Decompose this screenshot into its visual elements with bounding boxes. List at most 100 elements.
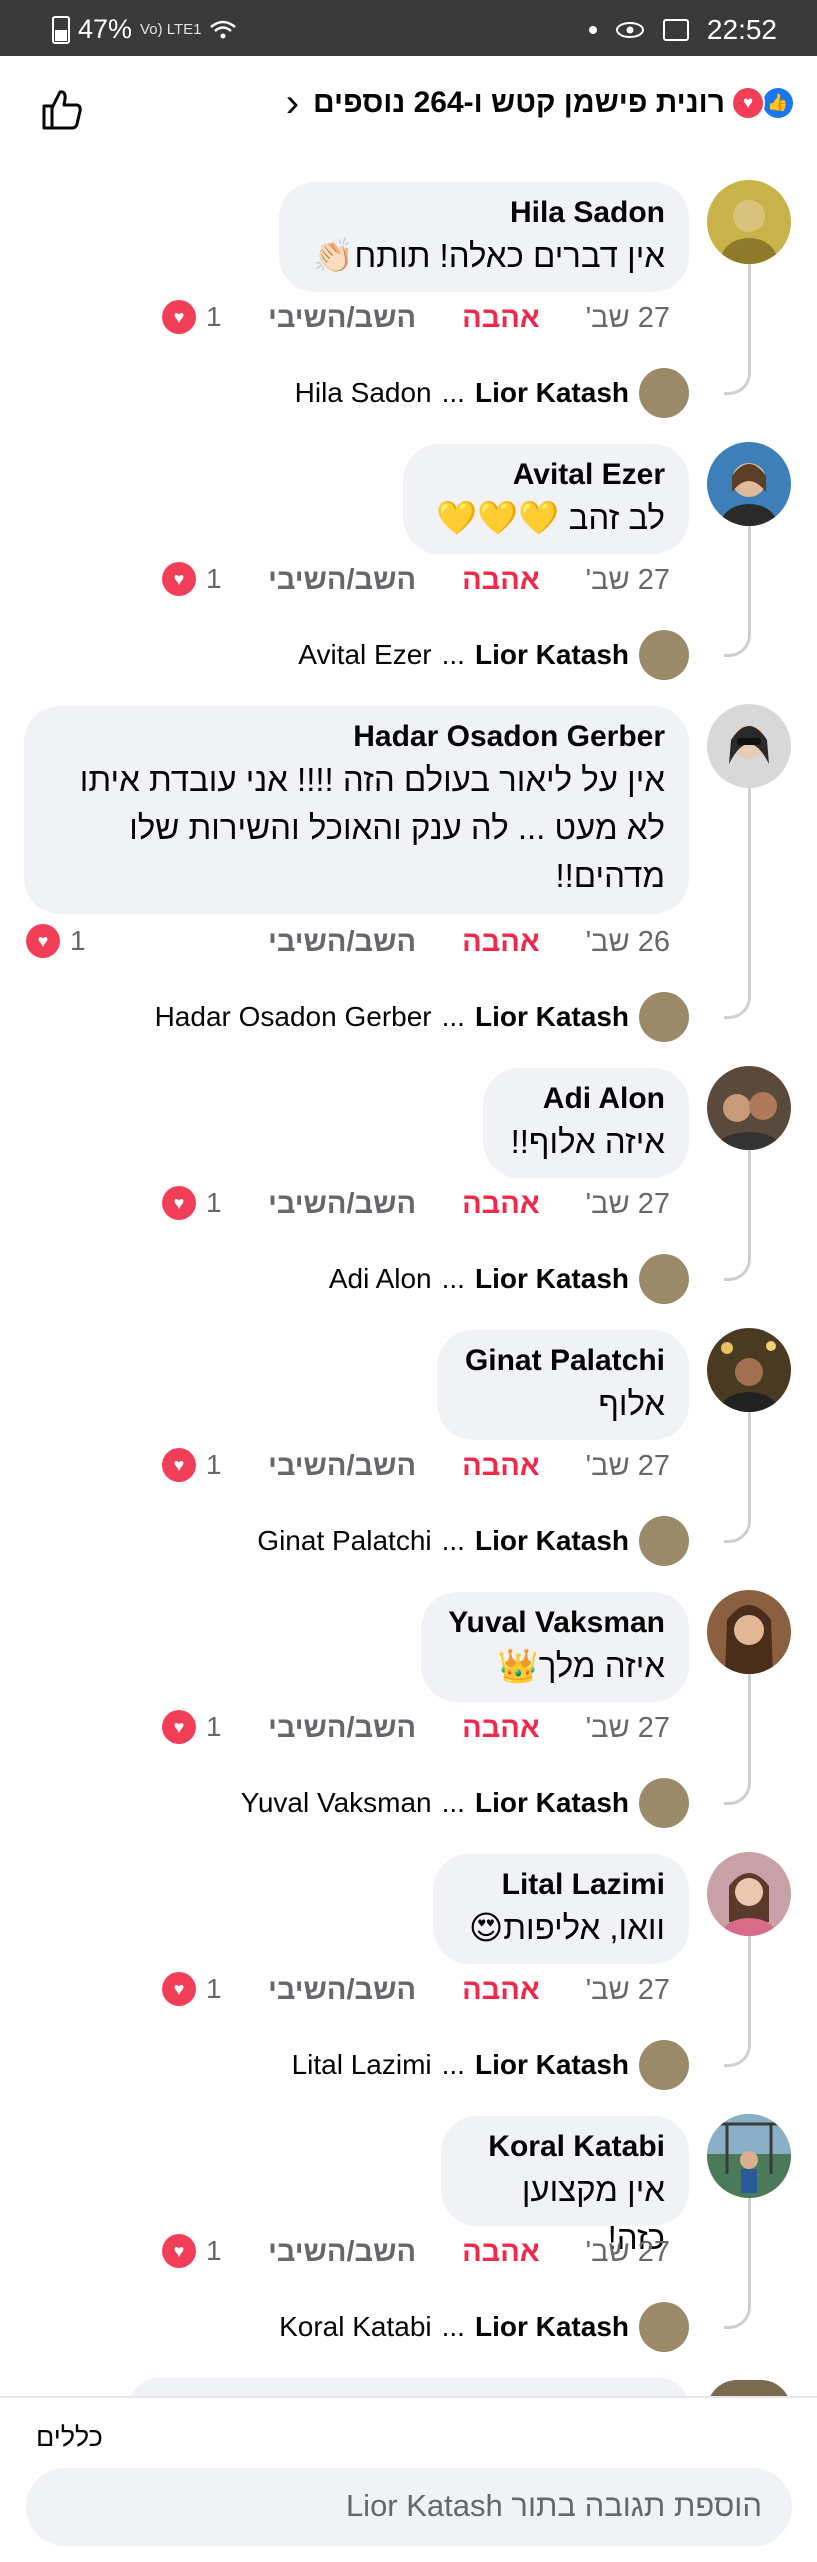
avatar[interactable] bbox=[707, 1590, 791, 1674]
comment-text: לב זהב 💛💛💛 bbox=[436, 499, 665, 536]
reaction-count[interactable]: ♥ 1 bbox=[26, 924, 86, 958]
comment-bubble[interactable]: Adi Alon איזה אלוף!! bbox=[483, 1068, 689, 1178]
thread-connector bbox=[724, 2286, 751, 2329]
reply-action[interactable]: השב/השיבי bbox=[268, 926, 416, 959]
comment-author[interactable]: Koral Katabi bbox=[465, 2128, 665, 2166]
comment-bubble[interactable]: Hadar Osadon Gerber אין על ליאור בעולם ה… bbox=[24, 706, 689, 914]
reply-action[interactable]: השב/השיבי bbox=[268, 564, 416, 597]
rules-link[interactable]: כללים bbox=[36, 2422, 103, 2453]
love-action[interactable]: אהבה bbox=[462, 2236, 540, 2269]
thread-line bbox=[748, 786, 751, 996]
heart-icon: ♥ bbox=[162, 300, 196, 334]
comment-bubble[interactable]: Avital Ezer לב זהב 💛💛💛 bbox=[403, 444, 689, 554]
reply-preview[interactable]: Ginat Palatchi ... Lior Katash bbox=[257, 1516, 689, 1566]
reply-action[interactable]: השב/השיבי bbox=[268, 302, 416, 335]
love-action[interactable]: אהבה bbox=[462, 926, 540, 959]
love-action[interactable]: אהבה bbox=[462, 1974, 540, 2007]
reply-action[interactable]: השב/השיבי bbox=[268, 1188, 416, 1221]
replier-avatar bbox=[639, 1778, 689, 1828]
replier-avatar bbox=[639, 1516, 689, 1566]
comment-bubble[interactable]: Hila Sadon אין דברים כאלה! תותח👏🏻 bbox=[279, 182, 689, 292]
comment-author[interactable]: Hadar Osadon Gerber bbox=[48, 718, 665, 756]
thread-connector bbox=[724, 2024, 751, 2067]
comment-bubble[interactable]: Ginat Palatchi אלוף bbox=[437, 1330, 689, 1440]
comment-text: אין על ליאור בעולם הזה !!!! אני עובדת אי… bbox=[79, 761, 665, 894]
reply-action[interactable]: השב/השיבי bbox=[268, 1712, 416, 1745]
reply-preview[interactable]: Hila Sadon ... Lior Katash bbox=[295, 368, 689, 418]
avatar[interactable] bbox=[707, 1066, 791, 1150]
comment-date[interactable]: 27 שב' bbox=[586, 564, 670, 597]
like-reaction-icon: 👍 bbox=[763, 88, 793, 118]
reply-preview[interactable]: Lital Lazimi ... Lior Katash bbox=[292, 2040, 689, 2090]
avatar[interactable] bbox=[707, 1328, 791, 1412]
reaction-count[interactable]: ♥ 1 bbox=[162, 1448, 222, 1482]
reply-action[interactable]: השב/השיבי bbox=[268, 1974, 416, 2007]
comment-date[interactable]: 27 שב' bbox=[586, 1450, 670, 1483]
comment-actions: 27 שב' אהבה השב/השיבי bbox=[268, 1450, 670, 1483]
love-action[interactable]: אהבה bbox=[462, 1712, 540, 1745]
reply-action[interactable]: השב/השיבי bbox=[268, 2236, 416, 2269]
replier-name: Lior Katash bbox=[474, 1001, 629, 1032]
avatar[interactable] bbox=[707, 704, 791, 788]
wifi-icon bbox=[210, 20, 237, 38]
comment-bubble[interactable]: Koral Katabi אין מקצוען כזה! bbox=[441, 2116, 689, 2256]
comment-author[interactable]: Ginat Palatchi bbox=[461, 1342, 665, 1380]
comment-date[interactable]: 27 שב' bbox=[586, 302, 670, 335]
reaction-count[interactable]: ♥ 1 bbox=[162, 300, 222, 334]
comment-text: וואו, אליפות😍 bbox=[468, 1909, 665, 1946]
replier-avatar bbox=[639, 2040, 689, 2090]
avatar[interactable] bbox=[707, 1852, 791, 1936]
reply-preview[interactable]: Hadar Osadon Gerber ... Lior Katash bbox=[155, 992, 689, 1042]
reply-preview[interactable]: Avital Ezer ... Lior Katash bbox=[298, 630, 689, 680]
thread-connector bbox=[724, 1238, 751, 1281]
comment-bubble[interactable]: Lital Lazimi וואו, אליפות😍 bbox=[433, 1854, 689, 1964]
comment-date[interactable]: 27 שב' bbox=[586, 1974, 670, 2007]
reply-to-name: Ginat Palatchi bbox=[257, 1525, 432, 1556]
comment-input-placeholder: הוספת תגובה בתור Lior Katash bbox=[345, 2488, 762, 2523]
comment-bubble[interactable]: Yuval Vaksman איזה מלך👑 bbox=[421, 1592, 689, 1702]
heart-icon: ♥ bbox=[162, 1972, 196, 2006]
comment-input[interactable]: הוספת תגובה בתור Lior Katash bbox=[26, 2468, 792, 2546]
reply-action[interactable]: השב/השיבי bbox=[268, 1450, 416, 1483]
network-indicator: Vo) LTE1 bbox=[140, 20, 202, 38]
reply-preview[interactable]: Koral Katabi ... Lior Katash bbox=[279, 2302, 689, 2352]
avatar[interactable] bbox=[707, 442, 791, 526]
comment-text: איזה מלך👑 bbox=[497, 1647, 665, 1684]
heart-icon: ♥ bbox=[162, 562, 196, 596]
comment-date[interactable]: 27 שב' bbox=[586, 2236, 670, 2269]
comment-author[interactable]: Hila Sadon bbox=[303, 194, 665, 232]
replier-avatar bbox=[639, 2302, 689, 2352]
replier-avatar bbox=[639, 1254, 689, 1304]
reaction-count[interactable]: ♥ 1 bbox=[162, 2234, 222, 2268]
comment-author[interactable]: Lital Lazimi bbox=[457, 1866, 665, 1904]
chevron-left-icon[interactable]: ‹ bbox=[286, 83, 299, 123]
eye-icon bbox=[615, 22, 644, 38]
comment-author[interactable]: Avital Ezer bbox=[427, 456, 665, 494]
reactions-title: רונית פישמן קטש ו-264 נוספים bbox=[313, 86, 725, 119]
reaction-count[interactable]: ♥ 1 bbox=[162, 1972, 222, 2006]
comment-author[interactable]: Adi Alon bbox=[507, 1080, 665, 1118]
reply-preview[interactable]: Adi Alon ... Lior Katash bbox=[329, 1254, 689, 1304]
reply-to-name: Lital Lazimi bbox=[291, 2049, 432, 2080]
reaction-count[interactable]: ♥ 1 bbox=[162, 1186, 222, 1220]
comment-date[interactable]: 27 שב' bbox=[586, 1188, 670, 1221]
avatar[interactable] bbox=[707, 180, 791, 264]
status-bar: 47% Vo) LTE1 22:52 bbox=[0, 0, 817, 56]
love-action[interactable]: אהבה bbox=[462, 1450, 540, 1483]
reaction-count[interactable]: ♥ 1 bbox=[162, 1710, 222, 1744]
reply-to-name: Yuval Vaksman bbox=[240, 1787, 432, 1818]
avatar[interactable] bbox=[707, 2114, 791, 2198]
love-action[interactable]: אהבה bbox=[462, 302, 540, 335]
comment-date[interactable]: 26 שב' bbox=[586, 926, 670, 959]
like-outline-icon[interactable] bbox=[38, 86, 86, 134]
comment-date[interactable]: 27 שב' bbox=[586, 1712, 670, 1745]
love-action[interactable]: אהבה bbox=[462, 564, 540, 597]
comment-author[interactable]: Yuval Vaksman bbox=[445, 1604, 665, 1642]
replier-name: Lior Katash bbox=[474, 1787, 629, 1818]
comment-actions: 27 שב' אהבה השב/השיבי bbox=[268, 2236, 670, 2269]
reactions-summary[interactable]: 👍 ♥ רונית פישמן קטש ו-264 נוספים ‹ bbox=[286, 83, 793, 123]
love-action[interactable]: אהבה bbox=[462, 1188, 540, 1221]
thread-connector bbox=[724, 352, 751, 395]
reaction-count[interactable]: ♥ 1 bbox=[162, 562, 222, 596]
reply-preview[interactable]: Yuval Vaksman ... Lior Katash bbox=[241, 1778, 689, 1828]
